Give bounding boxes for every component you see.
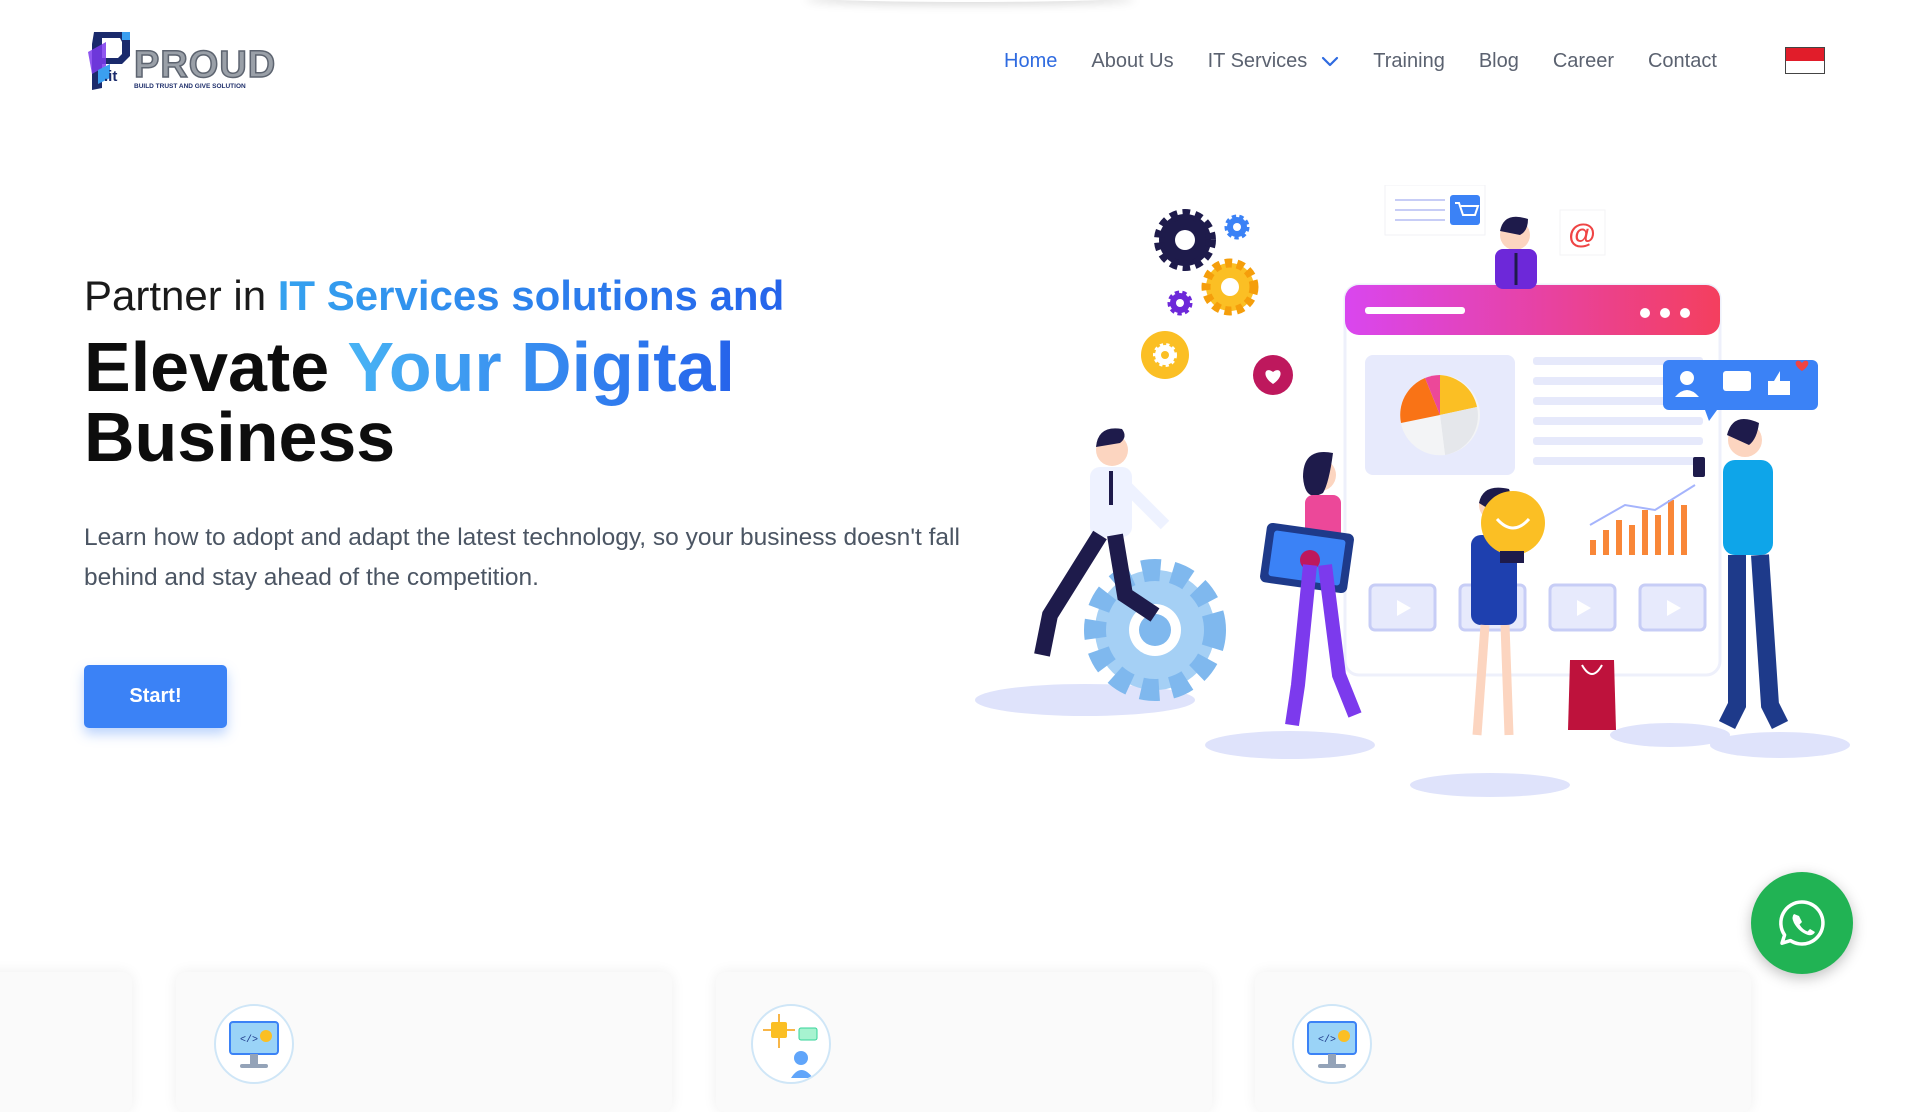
- person-on-window: [1495, 216, 1537, 289]
- language-flag-icon[interactable]: [1785, 47, 1825, 74]
- shopping-cart-card-icon: [1384, 185, 1486, 236]
- shadow: [1205, 731, 1375, 759]
- nav-training[interactable]: Training: [1373, 50, 1445, 73]
- nav-training-label: Training: [1373, 49, 1445, 72]
- nav-blog[interactable]: Blog: [1479, 50, 1519, 73]
- chevron-down-icon: [1322, 56, 1339, 67]
- whatsapp-icon: [1779, 900, 1825, 946]
- nav-it-services[interactable]: IT Services: [1208, 50, 1340, 73]
- card-icon: </>: [1292, 1004, 1372, 1084]
- top-shadow: [805, 0, 1135, 2]
- flag-white-band: [1786, 60, 1824, 73]
- card-icon: </>: [214, 1004, 294, 1084]
- heart-bubble-icon: [1253, 355, 1293, 395]
- hero-description: Learn how to adopt and adapt the latest …: [84, 524, 960, 591]
- hero-kicker-plain: Partner in: [84, 272, 278, 319]
- nav-blog-label: Blog: [1478, 49, 1519, 72]
- svg-text:@: @: [1568, 218, 1595, 249]
- card-icon: [751, 1004, 831, 1084]
- nav-it-services-label: IT Services: [1207, 49, 1308, 72]
- hero-illustration: @: [975, 185, 1850, 797]
- monitor-code-icon: </>: [229, 1021, 279, 1068]
- logo-tagline: BUILD TRUST AND GIVE SOLUTION: [134, 83, 246, 90]
- hero-title: Elevate Your Digital Business: [84, 332, 984, 472]
- large-gear-graphic: [1084, 559, 1226, 701]
- svg-text:</>: </>: [240, 1034, 258, 1046]
- service-card[interactable]: [716, 972, 1212, 1112]
- nav-home[interactable]: Home: [1004, 50, 1057, 73]
- logo-wordmark: PROUD: [133, 43, 277, 87]
- browser-window-graphic: [1343, 283, 1722, 677]
- hero-title-plain: Elevate: [84, 328, 348, 406]
- site-header: .it PROUD BUILD TRUST AND GIVE SOLUTION …: [0, 0, 1920, 120]
- flag-red-band: [1786, 48, 1824, 61]
- nav-contact[interactable]: Contact: [1648, 50, 1717, 73]
- nav-contact-label: Contact: [1647, 49, 1717, 72]
- shopping-bag-graphic: [1568, 660, 1616, 730]
- brand-logo[interactable]: .it PROUD BUILD TRUST AND GIVE SOLUTION: [84, 30, 284, 92]
- shadow: [1410, 773, 1570, 797]
- hero-kicker-accent: IT Services solutions and: [277, 272, 785, 319]
- service-card[interactable]: </>: [1255, 972, 1751, 1112]
- at-sign-icon: @: [1559, 209, 1606, 256]
- gear-bubble-icon: [1141, 331, 1189, 379]
- main-nav: Home About Us IT Services Training Blog …: [1004, 46, 1751, 76]
- ai-network-icon: [763, 1014, 818, 1078]
- hero-title-accent: Your Digital: [347, 328, 735, 406]
- monitor-code-icon: </>: [1307, 1021, 1357, 1068]
- nav-about-us[interactable]: About Us: [1091, 50, 1173, 73]
- nav-career-label: Career: [1552, 49, 1614, 72]
- nav-about-us-label: About Us: [1091, 49, 1174, 72]
- service-card[interactable]: </>: [176, 972, 672, 1112]
- hero-kicker: Partner in IT Services solutions and: [84, 272, 784, 320]
- nav-home-label: Home: [1004, 49, 1058, 72]
- shadow: [1710, 732, 1850, 758]
- svg-text:</>: </>: [1318, 1034, 1336, 1046]
- whatsapp-chat-button[interactable]: [1751, 872, 1853, 974]
- logo-suffix: .it: [104, 68, 118, 85]
- start-button[interactable]: Start!: [84, 665, 227, 728]
- gears-cluster-icon: [1154, 209, 1259, 316]
- hero-title-line2: Business: [84, 398, 396, 476]
- service-card[interactable]: [0, 972, 132, 1112]
- nav-career[interactable]: Career: [1553, 50, 1614, 73]
- person-with-tablet: [1260, 452, 1362, 727]
